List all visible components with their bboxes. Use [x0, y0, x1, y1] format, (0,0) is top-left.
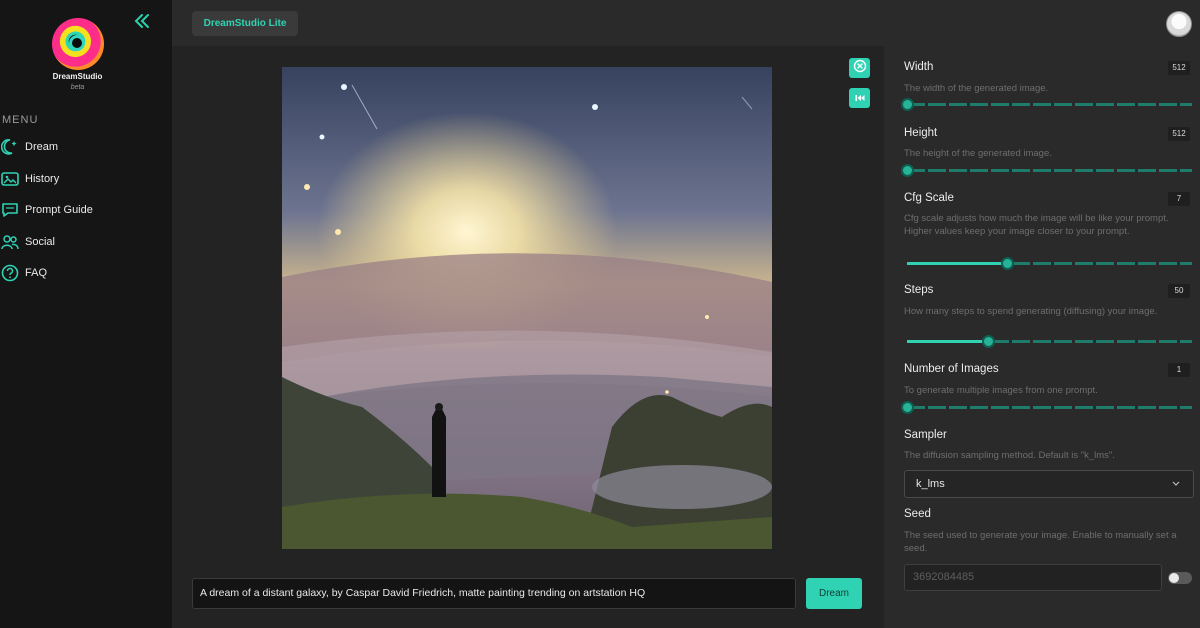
- width-value: 512: [1168, 61, 1190, 75]
- people-icon: [0, 233, 20, 251]
- sidebar: [0, 0, 172, 628]
- seed-label: Seed: [904, 508, 931, 520]
- height-slider-thumb[interactable]: [901, 164, 914, 177]
- width-slider[interactable]: [901, 98, 1192, 111]
- image-gallery-icon: [0, 170, 20, 188]
- generated-image[interactable]: [282, 67, 772, 549]
- dream-button[interactable]: Dream: [806, 578, 862, 609]
- close-image-button[interactable]: [849, 58, 870, 78]
- number-of-images-label: Number of Images: [904, 363, 999, 375]
- avatar[interactable]: [1166, 11, 1192, 37]
- cfg-scale-label: Cfg Scale: [904, 192, 954, 204]
- steps-slider-thumb[interactable]: [982, 335, 996, 348]
- seed-toggle[interactable]: [1168, 572, 1192, 584]
- sampler-description: The diffusion sampling method. Default i…: [904, 450, 1115, 461]
- width-slider-thumb[interactable]: [901, 98, 914, 111]
- sidebar-item-label: History: [25, 173, 60, 185]
- sidebar-item-prompt-guide[interactable]: Prompt Guide: [0, 199, 165, 221]
- cfg-scale-slider[interactable]: [904, 257, 1192, 270]
- cfg-scale-description: Cfg scale adjusts how much the image wil…: [904, 213, 1169, 237]
- sidebar-item-history[interactable]: History: [0, 168, 165, 190]
- seed-toggle-knob: [1169, 573, 1179, 583]
- sidebar-item-label: Prompt Guide: [25, 204, 93, 216]
- brand-name: DreamStudio: [52, 72, 103, 81]
- steps-value: 50: [1168, 284, 1190, 298]
- chevron-down-icon: [1171, 471, 1181, 508]
- sampler-label: Sampler: [904, 429, 947, 441]
- dreamstudio-logo: [52, 18, 104, 70]
- moon-stars-icon: [0, 138, 20, 156]
- prompt-input[interactable]: A dream of a distant galaxy, by Caspar D…: [192, 578, 796, 609]
- seed-description: The seed used to generate your image. En…: [904, 530, 1177, 554]
- skip-back-button[interactable]: [849, 88, 870, 108]
- sidebar-item-label: Social: [25, 236, 55, 248]
- height-value: 512: [1168, 127, 1190, 141]
- width-label: Width: [904, 61, 934, 73]
- close-circle-icon: [853, 59, 867, 78]
- height-label: Height: [904, 127, 938, 139]
- number-of-images-description: To generate multiple images from one pro…: [904, 385, 1098, 396]
- top-bar: [0, 0, 1200, 46]
- sampler-select[interactable]: k_lms: [904, 470, 1194, 498]
- number-of-images-slider-thumb[interactable]: [901, 401, 914, 414]
- menu-title: MENU: [2, 114, 39, 126]
- height-description: The height of the generated image.: [904, 148, 1052, 159]
- steps-label: Steps: [904, 284, 934, 296]
- width-description: The width of the generated image.: [904, 83, 1049, 94]
- skip-back-icon: [855, 89, 865, 107]
- brand-beta-label: beta: [70, 84, 85, 91]
- number-of-images-value: 1: [1168, 363, 1190, 377]
- sidebar-item-label: Dream: [25, 141, 59, 153]
- seed-input[interactable]: 3692084485: [904, 564, 1162, 591]
- quote-bubble-icon: [0, 201, 20, 219]
- cfg-scale-value: 7: [1168, 192, 1190, 206]
- sampler-selected-value: k_lms: [916, 478, 945, 490]
- question-icon: [0, 264, 20, 282]
- sidebar-item-dream[interactable]: Dream: [0, 136, 165, 158]
- sidebar-item-label: FAQ: [25, 267, 48, 279]
- steps-slider[interactable]: [904, 335, 1192, 348]
- tab-dreamstudio-lite[interactable]: DreamStudio Lite: [192, 11, 298, 36]
- sidebar-item-social[interactable]: Social: [0, 231, 165, 253]
- collapse-sidebar-icon[interactable]: [133, 12, 151, 30]
- cfg-scale-slider-thumb[interactable]: [1000, 257, 1014, 270]
- height-slider[interactable]: [901, 164, 1192, 177]
- sidebar-item-faq[interactable]: FAQ: [0, 262, 165, 284]
- steps-description: How many steps to spend generating (diff…: [904, 306, 1158, 317]
- number-of-images-slider[interactable]: [901, 401, 1192, 414]
